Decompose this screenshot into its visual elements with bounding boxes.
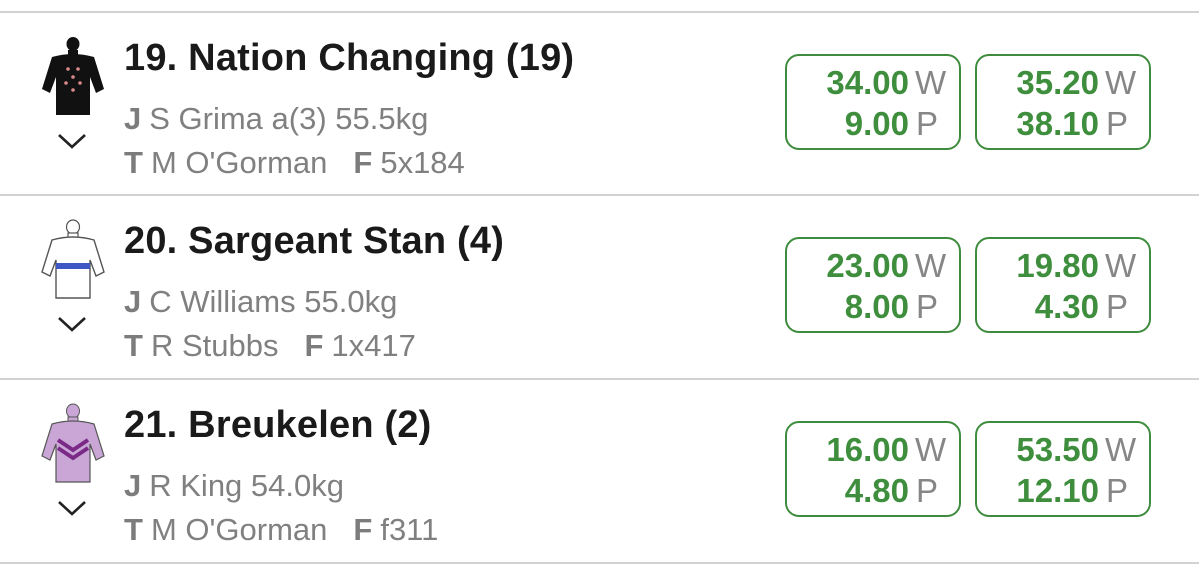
odds-button-tote[interactable]: 35.20 W 38.10 P <box>975 54 1151 150</box>
jockey-value: C Williams 55.0kg <box>149 284 398 319</box>
odds-button-fixed[interactable]: 16.00 W 4.80 P <box>785 421 961 517</box>
jockey-silk-icon <box>41 219 105 299</box>
win-odds: 34.00 W <box>826 64 947 101</box>
expand-chevron-icon[interactable] <box>55 314 89 334</box>
runner-row[interactable]: 21. Breukelen (2) JR King 54.0kg TM O'Go… <box>0 380 1199 560</box>
trainer-tag: T <box>124 512 143 547</box>
form-tag: F <box>353 512 373 547</box>
win-odds: 16.00 W <box>826 431 947 468</box>
place-odds: 4.80 P <box>844 472 938 509</box>
form-tag: F <box>304 328 324 363</box>
trainer-line: TM O'Gorman F 5x184 <box>124 145 465 181</box>
odds-button-fixed[interactable]: 34.00 W 9.00 P <box>785 54 961 150</box>
jockey-line: JC Williams 55.0kg <box>124 284 397 320</box>
trainer-tag: T <box>124 145 143 180</box>
expand-chevron-icon[interactable] <box>55 498 89 518</box>
form-value: 1x417 <box>331 328 416 363</box>
odds-button-fixed[interactable]: 23.00 W 8.00 P <box>785 237 961 333</box>
expand-chevron-icon[interactable] <box>55 131 89 151</box>
jockey-line: JR King 54.0kg <box>124 468 344 504</box>
trainer-line: TM O'Gorman Ff311 <box>124 512 438 548</box>
runner-row[interactable]: 20. Sargeant Stan (4) JC Williams 55.0kg… <box>0 196 1199 376</box>
win-odds: 35.20 W <box>1016 64 1137 101</box>
win-odds: 53.50 W <box>1016 431 1137 468</box>
form-tag: F <box>353 145 373 180</box>
odds-button-tote[interactable]: 19.80 W 4.30 P <box>975 237 1151 333</box>
form-value: f311 <box>380 512 439 547</box>
runner-name[interactable]: 21. Breukelen (2) <box>124 404 432 447</box>
odds-button-tote[interactable]: 53.50 W 12.10 P <box>975 421 1151 517</box>
win-odds: 23.00 W <box>826 247 947 284</box>
trainer-value: R Stubbs <box>150 328 279 363</box>
place-odds: 8.00 P <box>844 288 938 325</box>
jockey-tag: J <box>124 101 142 136</box>
runner-name[interactable]: 20. Sargeant Stan (4) <box>124 220 504 263</box>
jockey-value: R King 54.0kg <box>149 468 344 503</box>
trainer-tag: T <box>124 328 143 363</box>
form-value: 5x184 <box>380 145 465 180</box>
trainer-value: M O'Gorman <box>150 145 328 180</box>
jockey-line: JS Grima a(3) 55.5kg <box>124 101 428 137</box>
jockey-silk-icon <box>42 37 104 115</box>
trainer-line: TR Stubbs F 1x417 <box>124 328 416 364</box>
place-odds: 12.10 P <box>1016 472 1128 509</box>
trainer-value: M O'Gorman <box>150 512 328 547</box>
place-odds: 9.00 P <box>844 105 938 142</box>
jockey-value: S Grima a(3) 55.5kg <box>149 101 429 136</box>
place-odds: 4.30 P <box>1034 288 1128 325</box>
jockey-tag: J <box>124 468 142 503</box>
jockey-silk-icon <box>41 403 105 483</box>
divider-bottom <box>0 562 1199 564</box>
win-odds: 19.80 W <box>1016 247 1137 284</box>
jockey-tag: J <box>124 284 142 319</box>
runner-row[interactable]: 19. Nation Changing (19) JS Grima a(3) 5… <box>0 13 1199 193</box>
place-odds: 38.10 P <box>1016 105 1128 142</box>
runner-name[interactable]: 19. Nation Changing (19) <box>124 37 574 80</box>
